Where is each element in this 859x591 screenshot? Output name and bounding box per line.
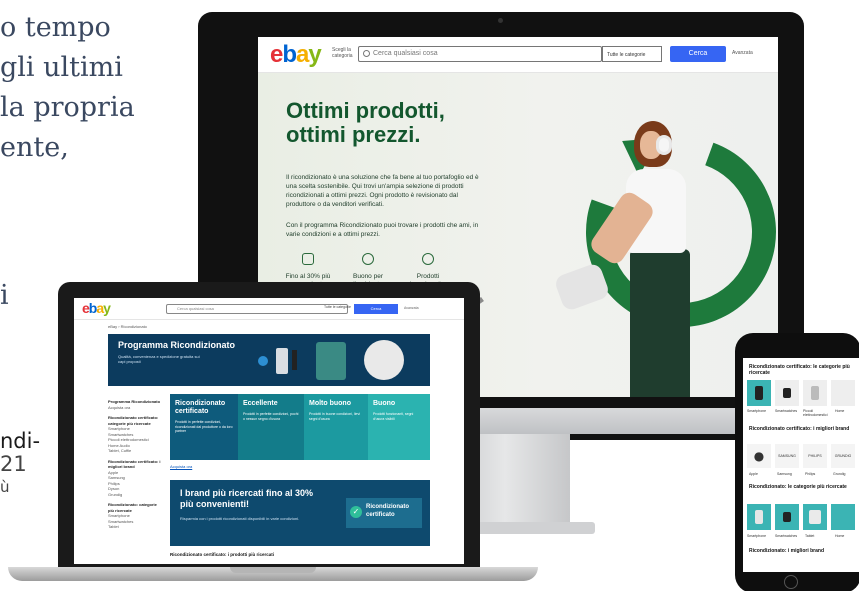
promo-subtitle: Risparmia con i prodotti ricondizionati … — [180, 516, 300, 521]
hero-paragraph: Con il programma Ricondizionato puoi tro… — [286, 222, 479, 238]
condition-steps: Ricondizionato certificato Prodotti in p… — [170, 394, 430, 460]
browse-category-button[interactable]: Scegli la categoria — [332, 47, 358, 59]
search-placeholder: Cerca qualsiasi cosa — [373, 50, 438, 57]
sidebar-nav: Programma Ricondizionato Acquista ora Ri… — [108, 394, 162, 530]
check-icon: ✓ — [350, 506, 362, 518]
search-input[interactable]: Cerca qualsiasi cosa — [166, 304, 348, 314]
magazine-bottom-line: ù — [0, 478, 10, 496]
woman-figure — [630, 249, 690, 397]
magazine-line: la propria — [0, 92, 135, 123]
check-circle-icon — [422, 253, 434, 265]
sidebar-item[interactable]: Acquista ora — [108, 405, 162, 411]
phone-section-heading: Ricondizionato: i migliori brand — [749, 548, 824, 554]
tile-caption: Smartphone — [747, 534, 767, 538]
sidebar-item[interactable]: Tablet, Cuffie — [108, 448, 162, 454]
magazine-bottom-line: 21 — [0, 452, 27, 476]
tile-caption: Home — [835, 534, 845, 538]
search-button[interactable]: Cerca — [354, 304, 398, 314]
tile-caption: Tablet — [805, 534, 815, 538]
search-button[interactable]: Cerca — [670, 46, 726, 62]
brand-tile[interactable]: PHILIPS — [803, 444, 827, 468]
ebay-logo[interactable]: ebay — [270, 41, 322, 69]
tile-caption: Smartphone — [747, 409, 767, 413]
magazine-letter: i — [0, 280, 9, 311]
magazine-bottom-text: ndi- 21 ù — [0, 430, 40, 499]
phone-screen: Ricondizionato certificato: le categorie… — [743, 358, 859, 572]
magazine-line: o tempo — [0, 12, 111, 43]
product-thumbnail — [364, 340, 404, 380]
category-tile[interactable] — [803, 380, 827, 406]
condition-step[interactable]: Eccellente Prodotti in perfette condizio… — [238, 394, 304, 460]
ebay-logo[interactable]: ebay — [82, 300, 111, 316]
calendar-icon — [302, 253, 314, 265]
certified-badge: ✓ Ricondizionato certificato — [346, 498, 422, 528]
magazine-bottom-line: ndi- — [0, 429, 41, 453]
brand-caption: Apple — [749, 472, 758, 476]
brand-tile[interactable]: SAMSUNG — [775, 444, 799, 468]
magazine-line: gli ultimi — [0, 52, 123, 83]
shop-now-link[interactable]: Acquista ora — [170, 464, 192, 469]
tile-caption: Smartwatches — [775, 409, 798, 413]
magazine-text: o tempo gli ultimi la propria ente, — [0, 8, 135, 168]
category-tile[interactable] — [747, 380, 771, 406]
brand-caption: Philips — [805, 472, 816, 476]
laptop-notch — [230, 567, 316, 573]
condition-step[interactable]: Ricondizionato certificato Prodotti in p… — [170, 394, 238, 460]
laptop-screen: ebay Cerca qualsiasi cosa Tutte le categ… — [74, 298, 464, 564]
leaf-icon — [362, 253, 374, 265]
product-thumbnail — [276, 348, 288, 374]
banner-subtitle: Qualità, convenienza e spedizione gratui… — [118, 354, 200, 364]
home-button[interactable] — [784, 575, 798, 589]
search-input[interactable]: Cerca qualsiasi cosa — [358, 46, 602, 62]
condition-step[interactable]: Molto buono Prodotti in buone condizioni… — [304, 394, 368, 460]
promo-banner[interactable]: I brand più ricercati fino al 30% più co… — [170, 480, 430, 546]
camera-dot — [498, 18, 503, 23]
category-tile[interactable] — [831, 504, 855, 530]
category-select[interactable]: Tutte le categorie — [324, 305, 351, 309]
advanced-search-link[interactable]: Avanzata — [404, 306, 419, 310]
category-select[interactable]: Tutte le categorie — [602, 46, 662, 62]
headphones-icon — [656, 135, 672, 155]
brand-tile[interactable]: GRUNDIG — [831, 444, 855, 468]
sidebar-heading: Programma Ricondizionato — [108, 399, 161, 404]
product-thumbnail — [258, 356, 268, 366]
phone-section-heading: Ricondizionato certificato: i migliori b… — [749, 426, 850, 432]
section-heading: Ricondizionato certificato: i prodotti p… — [170, 552, 275, 557]
hero-title: Ottimi prodotti, ottimi prezzi. — [286, 98, 445, 147]
sidebar-heading: Ricondizionato certificato: i migliori b… — [108, 458, 161, 470]
sidebar-item[interactable]: Grundig — [108, 492, 162, 498]
banner-title: Programma Ricondizionato — [118, 340, 236, 350]
tile-caption: Smartwatches — [775, 534, 798, 538]
sidebar-heading: Ricondizionato: categorie più ricercate — [108, 502, 157, 513]
product-thumbnail — [316, 342, 346, 380]
product-thumbnail — [292, 350, 297, 370]
magazine-line: ente, — [0, 132, 69, 163]
brand-caption: Grundig — [833, 472, 846, 476]
sidebar-item[interactable]: Tablet — [108, 524, 162, 530]
condition-step[interactable]: Buono Prodotti funzionanti, segni d'usur… — [368, 394, 430, 460]
category-tile[interactable] — [803, 504, 827, 530]
search-icon — [363, 50, 370, 57]
sidebar-heading: Ricondizionato certificato: categorie pi… — [108, 415, 159, 426]
category-tile[interactable] — [831, 380, 855, 406]
ebay-header: ebay Cerca qualsiasi cosa Tutte le categ… — [74, 298, 464, 320]
phone-section-heading: Ricondizionato: le categorie più ricerca… — [749, 484, 847, 490]
breadcrumb[interactable]: eBay › Ricondizionato — [108, 324, 147, 329]
category-tile[interactable] — [775, 504, 799, 530]
hero-paragraph: Il ricondizionato è una soluzione che fa… — [286, 174, 479, 208]
advanced-search-link[interactable]: Avanzata — [732, 50, 753, 56]
brand-caption: Samsung — [777, 472, 792, 476]
search-placeholder: Cerca qualsiasi cosa — [177, 306, 214, 311]
category-tile[interactable] — [775, 380, 799, 406]
tile-caption: Piccoli elettrodomestici — [803, 409, 828, 417]
tile-caption: Home — [835, 409, 845, 413]
program-banner[interactable]: Programma Ricondizionato Qualità, conven… — [108, 334, 430, 386]
apple-logo-icon[interactable]: ● — [747, 444, 771, 468]
phone-section-heading: Ricondizionato certificato: le categorie… — [749, 364, 850, 376]
category-tile[interactable] — [747, 504, 771, 530]
promo-title: I brand più ricercati fino al 30% più co… — [180, 488, 314, 509]
ebay-header: ebay Scegli la categoria Cerca qualsiasi… — [258, 37, 778, 73]
